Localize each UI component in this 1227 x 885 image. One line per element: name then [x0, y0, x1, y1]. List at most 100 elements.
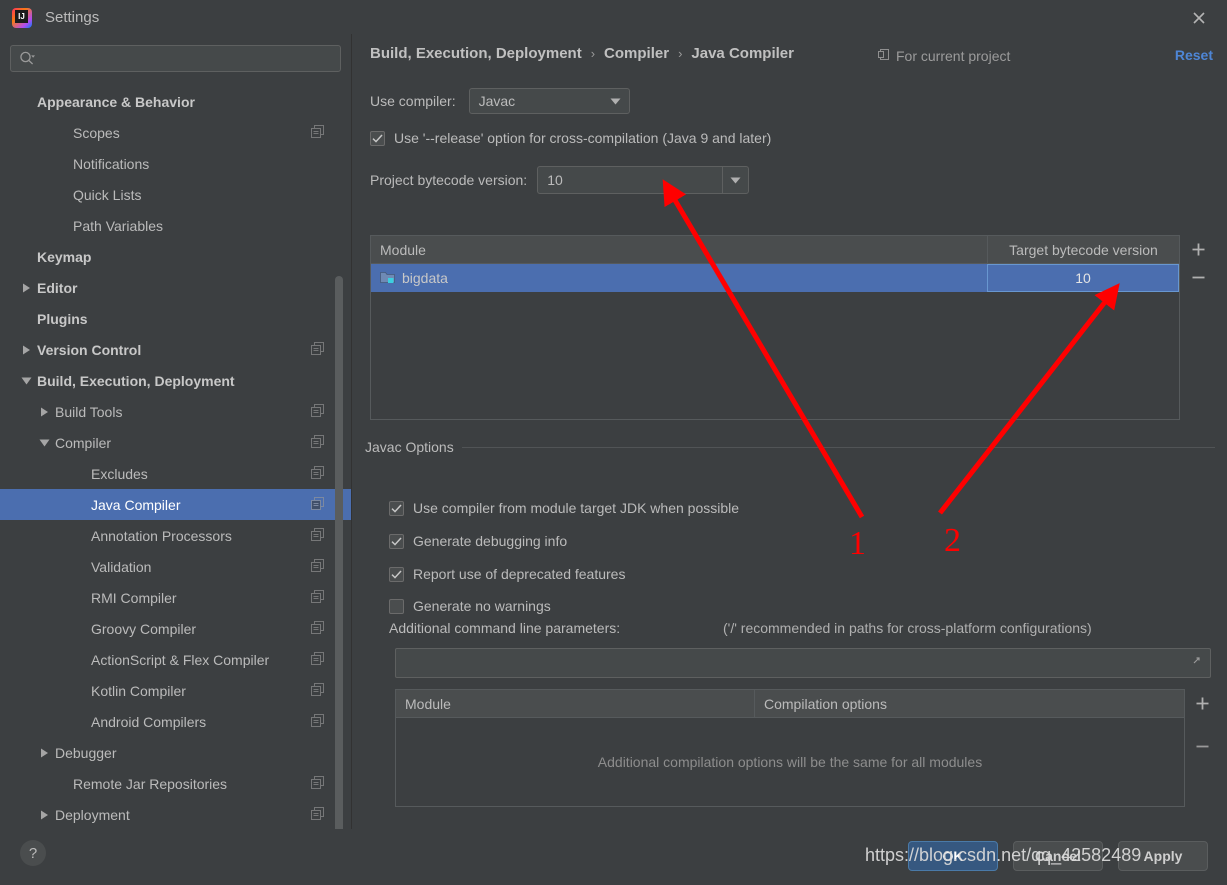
module-icon: [380, 270, 395, 287]
sidebar-item-annotation-processors[interactable]: Annotation Processors: [0, 520, 351, 551]
close-icon[interactable]: [1189, 8, 1209, 28]
chevron-right-icon[interactable]: [38, 746, 51, 759]
column-header-module[interactable]: Module: [371, 236, 987, 263]
sidebar-scrollbar-thumb[interactable]: [335, 276, 343, 885]
project-bytecode-dropdown[interactable]: 10: [537, 166, 750, 194]
breadcrumb-part-1[interactable]: Build, Execution, Deployment: [370, 45, 582, 62]
ok-button[interactable]: OK: [908, 841, 998, 871]
chevron-down-icon[interactable]: [38, 436, 51, 449]
additional-params-input[interactable]: [395, 648, 1211, 678]
sidebar-item-build-execution-deployment[interactable]: Build, Execution, Deployment: [0, 365, 351, 396]
javac-checkbox-0[interactable]: Use compiler from module target JDK when…: [389, 500, 739, 516]
sidebar-item-label: Build Tools: [55, 403, 123, 420]
project-bytecode-value: 10: [547, 172, 563, 188]
chevron-down-icon[interactable]: [20, 374, 33, 387]
sidebar-item-label: Validation: [91, 558, 152, 575]
breadcrumb-separator-2: ›: [678, 46, 683, 61]
search-field[interactable]: [10, 45, 341, 72]
sidebar-item-java-compiler[interactable]: Java Compiler: [0, 489, 351, 520]
reset-link[interactable]: Reset: [1175, 47, 1213, 63]
breadcrumb-part-2[interactable]: Compiler: [604, 45, 669, 62]
window-title: Settings: [45, 8, 100, 26]
minus-icon[interactable]: [1185, 263, 1211, 291]
sidebar-item-debugger[interactable]: Debugger: [0, 737, 351, 768]
copy-settings-icon[interactable]: [311, 806, 324, 823]
chevron-right-icon[interactable]: [20, 281, 33, 294]
minus-icon[interactable]: [1189, 732, 1215, 760]
copy-settings-icon[interactable]: [311, 124, 324, 141]
target-bytecode-cell-input[interactable]: 10: [987, 264, 1179, 292]
plus-icon[interactable]: [1185, 235, 1211, 263]
sidebar-item-actionscript-flex-compiler[interactable]: ActionScript & Flex Compiler: [0, 644, 351, 675]
chevron-right-icon[interactable]: [38, 808, 51, 821]
sidebar-item-appearance-behavior[interactable]: Appearance & Behavior: [0, 86, 351, 117]
copy-settings-icon[interactable]: [311, 465, 324, 482]
sidebar-item-deployment[interactable]: Deployment: [0, 799, 351, 829]
plus-icon[interactable]: [1189, 689, 1215, 717]
copy-settings-icon[interactable]: [311, 682, 324, 699]
module-cell[interactable]: bigdata: [371, 264, 987, 292]
module-table-actions: [1183, 235, 1213, 291]
copy-settings-icon[interactable]: [311, 651, 324, 668]
project-scope-icon: [878, 48, 890, 64]
copy-settings-icon[interactable]: [311, 589, 324, 606]
group-divider: [461, 446, 1215, 448]
sidebar-item-build-tools[interactable]: Build Tools: [0, 396, 351, 427]
sidebar-item-version-control[interactable]: Version Control: [0, 334, 351, 365]
use-compiler-dropdown[interactable]: Javac: [468, 88, 630, 114]
copy-settings-icon[interactable]: [311, 558, 324, 575]
copy-settings-icon[interactable]: [311, 341, 324, 358]
title-bar: IJ Settings: [0, 0, 1227, 34]
copy-settings-icon[interactable]: [311, 496, 324, 513]
module-table-header: Module Target bytecode version: [371, 236, 1179, 264]
for-current-project-text: For current project: [896, 48, 1011, 64]
sidebar-item-kotlin-compiler[interactable]: Kotlin Compiler: [0, 675, 351, 706]
sidebar-item-compiler[interactable]: Compiler: [0, 427, 351, 458]
apply-button[interactable]: Apply: [1118, 841, 1208, 871]
cancel-button[interactable]: Cancel: [1013, 841, 1103, 871]
annotation-marker-1: 1: [849, 525, 866, 562]
sidebar-item-validation[interactable]: Validation: [0, 551, 351, 582]
javac-checkbox-3[interactable]: Generate no warnings: [389, 598, 551, 614]
javac-checkbox-label: Use compiler from module target JDK when…: [413, 500, 740, 516]
sidebar-item-remote-jar-repositories[interactable]: Remote Jar Repositories: [0, 768, 351, 799]
sidebar-item-notifications[interactable]: Notifications: [0, 148, 351, 179]
copy-settings-icon[interactable]: [311, 403, 324, 420]
sidebar-item-excludes[interactable]: Excludes: [0, 458, 351, 489]
sidebar-item-editor[interactable]: Editor: [0, 272, 351, 303]
sidebar-item-quick-lists[interactable]: Quick Lists: [0, 179, 351, 210]
copy-settings-icon[interactable]: [311, 620, 324, 637]
copy-settings-icon[interactable]: [311, 527, 324, 544]
javac-checkbox-2[interactable]: Report use of deprecated features: [389, 566, 625, 582]
table-row[interactable]: bigdata 10: [371, 264, 1179, 292]
sidebar-item-label: RMI Compiler: [91, 589, 177, 606]
search-input[interactable]: [42, 51, 322, 66]
breadcrumb: Build, Execution, Deployment › Compiler …: [370, 45, 794, 62]
sidebar-item-path-variables[interactable]: Path Variables: [0, 210, 351, 241]
column-header-compilation-options[interactable]: Compilation options: [754, 690, 1184, 717]
sidebar-item-groovy-compiler[interactable]: Groovy Compiler: [0, 613, 351, 644]
sidebar-item-label: Version Control: [37, 341, 142, 358]
sidebar-item-label: Android Compilers: [91, 713, 207, 730]
sidebar-item-label: Quick Lists: [73, 186, 142, 203]
expand-icon[interactable]: [1190, 654, 1203, 672]
settings-sidebar: Appearance & Behavior Scopes Notifications…: [0, 34, 352, 885]
help-button[interactable]: ?: [20, 840, 46, 866]
sidebar-item-plugins[interactable]: Plugins: [0, 303, 351, 334]
copy-settings-icon[interactable]: [311, 434, 324, 451]
chevron-right-icon[interactable]: [38, 405, 51, 418]
sidebar-item-rmi-compiler[interactable]: RMI Compiler: [0, 582, 351, 613]
override-table-empty-message: Additional compilation options will be t…: [597, 754, 983, 770]
javac-checkbox-1[interactable]: Generate debugging info: [389, 533, 567, 549]
sidebar-item-android-compilers[interactable]: Android Compilers: [0, 706, 351, 737]
copy-settings-icon[interactable]: [311, 713, 324, 730]
sidebar-scrollbar-track[interactable]: [335, 155, 347, 885]
column-header-target-bytecode[interactable]: Target bytecode version: [987, 236, 1179, 263]
chevron-right-icon[interactable]: [20, 343, 33, 356]
module-name: bigdata: [402, 270, 448, 286]
use-release-option-checkbox[interactable]: Use '--release' option for cross-compila…: [370, 130, 771, 146]
column-header-module[interactable]: Module: [396, 690, 754, 717]
sidebar-item-scopes[interactable]: Scopes: [0, 117, 351, 148]
copy-settings-icon[interactable]: [311, 775, 324, 792]
sidebar-item-keymap[interactable]: Keymap: [0, 241, 351, 272]
